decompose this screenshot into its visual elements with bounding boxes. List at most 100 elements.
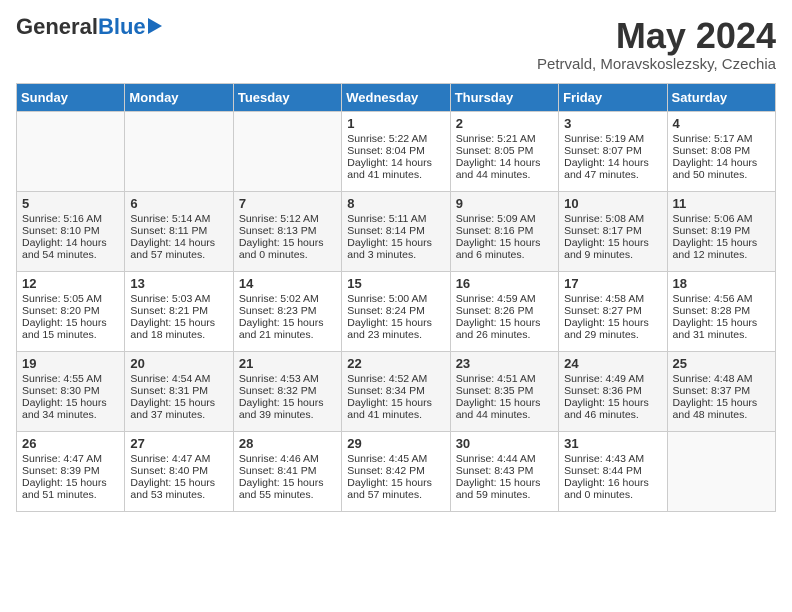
day-info: Daylight: 14 hours and 57 minutes. xyxy=(130,237,227,261)
calendar-cell: 27Sunrise: 4:47 AMSunset: 8:40 PMDayligh… xyxy=(125,431,233,511)
day-header-tuesday: Tuesday xyxy=(233,83,341,111)
calendar-cell: 12Sunrise: 5:05 AMSunset: 8:20 PMDayligh… xyxy=(17,271,125,351)
week-row-3: 12Sunrise: 5:05 AMSunset: 8:20 PMDayligh… xyxy=(17,271,776,351)
page-header: General Blue May 2024 Petrvald, Moravsko… xyxy=(16,16,776,73)
day-info: Sunrise: 4:47 AM xyxy=(22,453,119,465)
day-header-saturday: Saturday xyxy=(667,83,775,111)
day-info: Daylight: 15 hours and 29 minutes. xyxy=(564,317,661,341)
calendar-cell: 6Sunrise: 5:14 AMSunset: 8:11 PMDaylight… xyxy=(125,191,233,271)
day-info: Sunrise: 5:19 AM xyxy=(564,133,661,145)
day-info: Daylight: 15 hours and 51 minutes. xyxy=(22,477,119,501)
day-number: 23 xyxy=(456,356,553,371)
day-info: Daylight: 15 hours and 15 minutes. xyxy=(22,317,119,341)
day-info: Daylight: 15 hours and 44 minutes. xyxy=(456,397,553,421)
day-info: Sunset: 8:19 PM xyxy=(673,225,770,237)
day-info: Sunset: 8:31 PM xyxy=(130,385,227,397)
day-number: 2 xyxy=(456,116,553,131)
day-info: Daylight: 14 hours and 50 minutes. xyxy=(673,157,770,181)
day-number: 28 xyxy=(239,436,336,451)
day-info: Sunrise: 4:58 AM xyxy=(564,293,661,305)
day-number: 7 xyxy=(239,196,336,211)
calendar-cell: 14Sunrise: 5:02 AMSunset: 8:23 PMDayligh… xyxy=(233,271,341,351)
day-info: Daylight: 15 hours and 39 minutes. xyxy=(239,397,336,421)
day-info: Daylight: 15 hours and 53 minutes. xyxy=(130,477,227,501)
day-number: 12 xyxy=(22,276,119,291)
calendar-cell xyxy=(125,111,233,191)
day-info: Daylight: 15 hours and 12 minutes. xyxy=(673,237,770,261)
day-info: Daylight: 15 hours and 34 minutes. xyxy=(22,397,119,421)
calendar-header: SundayMondayTuesdayWednesdayThursdayFrid… xyxy=(17,83,776,111)
day-info: Sunset: 8:08 PM xyxy=(673,145,770,157)
day-info: Sunset: 8:41 PM xyxy=(239,465,336,477)
calendar-cell: 4Sunrise: 5:17 AMSunset: 8:08 PMDaylight… xyxy=(667,111,775,191)
day-info: Daylight: 15 hours and 26 minutes. xyxy=(456,317,553,341)
day-info: Sunrise: 4:44 AM xyxy=(456,453,553,465)
day-info: Daylight: 14 hours and 44 minutes. xyxy=(456,157,553,181)
day-info: Sunrise: 4:43 AM xyxy=(564,453,661,465)
day-number: 14 xyxy=(239,276,336,291)
calendar-cell xyxy=(233,111,341,191)
day-info: Daylight: 15 hours and 9 minutes. xyxy=(564,237,661,261)
calendar-cell: 8Sunrise: 5:11 AMSunset: 8:14 PMDaylight… xyxy=(342,191,450,271)
calendar-cell: 7 Sunrise: 5:12 AMSunset: 8:13 PMDaylight… xyxy=(233,191,341,271)
calendar-cell: 17Sunrise: 4:58 AMSunset: 8:27 PMDayligh… xyxy=(559,271,667,351)
calendar-cell: 11Sunrise: 5:06 AMSunset: 8:19 PMDayligh… xyxy=(667,191,775,271)
day-number: 22 xyxy=(347,356,444,371)
calendar-cell xyxy=(17,111,125,191)
day-info: Sunrise: 4:54 AM xyxy=(130,373,227,385)
day-header-monday: Monday xyxy=(125,83,233,111)
day-info: Daylight: 16 hours and 0 minutes. xyxy=(564,477,661,501)
day-info: Sunset: 8:21 PM xyxy=(130,305,227,317)
title-block: May 2024 Petrvald, Moravskoslezsky, Czec… xyxy=(537,16,776,73)
day-info: Sunrise: 4:52 AM xyxy=(347,373,444,385)
calendar-cell: 22Sunrise: 4:52 AMSunset: 8:34 PMDayligh… xyxy=(342,351,450,431)
day-info: Sunset: 8:28 PM xyxy=(673,305,770,317)
day-info: Sunset: 8:43 PM xyxy=(456,465,553,477)
day-info: Sunset: 8:23 PM xyxy=(239,305,336,317)
day-number: 8 xyxy=(347,196,444,211)
day-number: 21 xyxy=(239,356,336,371)
day-number: 6 xyxy=(130,196,227,211)
week-row-5: 26Sunrise: 4:47 AMSunset: 8:39 PMDayligh… xyxy=(17,431,776,511)
calendar-cell: 30Sunrise: 4:44 AMSunset: 8:43 PMDayligh… xyxy=(450,431,558,511)
calendar-cell: 18Sunrise: 4:56 AMSunset: 8:28 PMDayligh… xyxy=(667,271,775,351)
calendar-cell: 1Sunrise: 5:22 AMSunset: 8:04 PMDaylight… xyxy=(342,111,450,191)
day-info: Daylight: 15 hours and 57 minutes. xyxy=(347,477,444,501)
day-info: Daylight: 15 hours and 21 minutes. xyxy=(239,317,336,341)
day-info: Sunset: 8:42 PM xyxy=(347,465,444,477)
day-info: Sunrise: 5:17 AM xyxy=(673,133,770,145)
day-info: Sunrise: 5:21 AM xyxy=(456,133,553,145)
day-info: Sunrise: 4:48 AM xyxy=(673,373,770,385)
day-info: Sunset: 8:04 PM xyxy=(347,145,444,157)
calendar-cell: 10 Sunrise: 5:08 AMSunset: 8:17 PMDayligh… xyxy=(559,191,667,271)
day-info: Sunset: 8:44 PM xyxy=(564,465,661,477)
day-number: 10 xyxy=(564,196,661,211)
day-info: Daylight: 15 hours and 37 minutes. xyxy=(130,397,227,421)
logo-arrow-icon xyxy=(148,18,162,34)
day-number: 15 xyxy=(347,276,444,291)
day-info: Daylight: 15 hours and 18 minutes. xyxy=(130,317,227,341)
day-info: Sunset: 8:30 PM xyxy=(22,385,119,397)
day-number: 26 xyxy=(22,436,119,451)
day-header-sunday: Sunday xyxy=(17,83,125,111)
day-info: Sunset: 8:13 PM xyxy=(239,225,336,237)
day-info: Sunrise: 5:03 AM xyxy=(130,293,227,305)
day-info: Sunset: 8:27 PM xyxy=(564,305,661,317)
day-number: 30 xyxy=(456,436,553,451)
day-info: Sunset: 8:24 PM xyxy=(347,305,444,317)
calendar-cell: 20Sunrise: 4:54 AMSunset: 8:31 PMDayligh… xyxy=(125,351,233,431)
day-header-wednesday: Wednesday xyxy=(342,83,450,111)
calendar-cell: 19Sunrise: 4:55 AMSunset: 8:30 PMDayligh… xyxy=(17,351,125,431)
day-info: Sunrise: 5:08 AM xyxy=(564,213,661,225)
day-info: Sunset: 8:17 PM xyxy=(564,225,661,237)
week-row-4: 19Sunrise: 4:55 AMSunset: 8:30 PMDayligh… xyxy=(17,351,776,431)
day-info: Sunrise: 5:12 AM xyxy=(239,213,336,225)
day-info: Sunrise: 4:53 AM xyxy=(239,373,336,385)
day-info: Daylight: 15 hours and 0 minutes. xyxy=(239,237,336,261)
day-info: Sunset: 8:16 PM xyxy=(456,225,553,237)
day-info: Sunset: 8:35 PM xyxy=(456,385,553,397)
day-info: Sunset: 8:10 PM xyxy=(22,225,119,237)
day-number: 24 xyxy=(564,356,661,371)
day-info: Daylight: 14 hours and 54 minutes. xyxy=(22,237,119,261)
calendar-cell: 25Sunrise: 4:48 AMSunset: 8:37 PMDayligh… xyxy=(667,351,775,431)
